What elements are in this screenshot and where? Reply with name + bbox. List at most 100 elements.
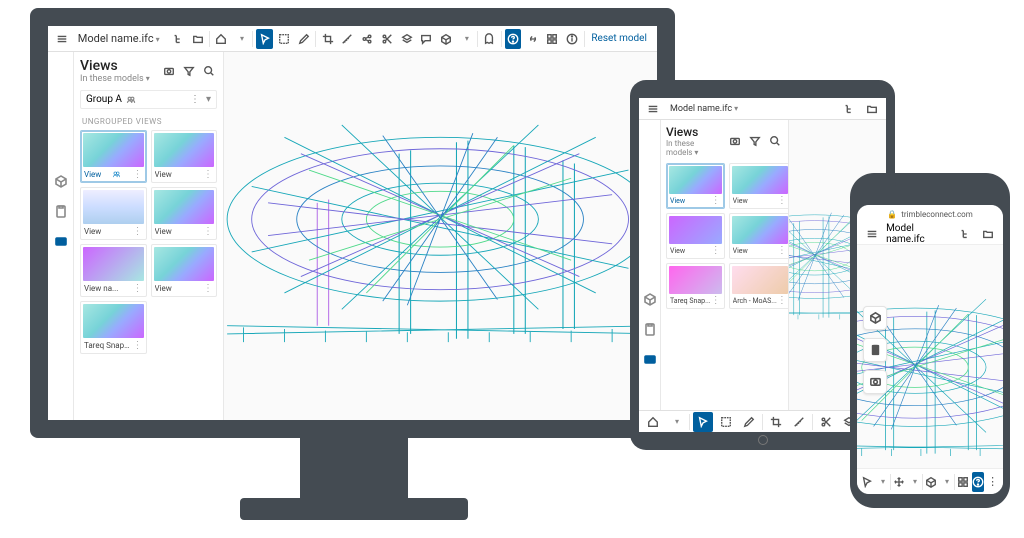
viewport-3d[interactable] — [224, 52, 657, 420]
more-icon[interactable]: ⋮ — [203, 228, 213, 236]
more-icon[interactable]: ⋮ — [203, 285, 213, 293]
crop-tool-icon[interactable] — [766, 412, 786, 432]
more-icon[interactable]: ⋮ — [133, 285, 143, 293]
url-text: trimbleconnect.com — [901, 210, 972, 219]
more-icon[interactable]: ⋮ — [777, 197, 787, 205]
group-more-icon[interactable]: ⋮ — [190, 94, 200, 105]
ruler-tool-icon[interactable] — [789, 412, 809, 432]
bottom-toolbar: ⋮ — [857, 468, 1003, 494]
view-thumbnail[interactable]: View⋮ — [729, 213, 789, 259]
select-tool-icon[interactable] — [276, 29, 293, 49]
home-dropdown-icon[interactable] — [233, 29, 250, 49]
cube-icon[interactable] — [438, 29, 455, 49]
layers-icon[interactable] — [398, 29, 415, 49]
more-icon[interactable]: ⋮ — [711, 247, 721, 255]
view-thumbnail[interactable]: View⋮ — [729, 163, 789, 209]
view-thumbnail[interactable]: View⋮ — [151, 130, 218, 183]
tree-icon[interactable] — [839, 99, 859, 119]
cube-dropdown-icon[interactable] — [457, 29, 474, 49]
view-thumbnail[interactable]: Tareq Snap...⋮ — [666, 263, 725, 309]
rail-camera-icon[interactable] — [641, 350, 659, 368]
move-dropdown-icon[interactable] — [908, 472, 921, 492]
help-icon[interactable] — [972, 472, 985, 492]
rail-clip-icon[interactable] — [863, 338, 887, 362]
rail-camera-icon[interactable] — [52, 232, 70, 250]
select-tool-icon[interactable] — [716, 412, 736, 432]
more-icon[interactable]: ⋮ — [777, 247, 787, 255]
views-filter-dropdown[interactable]: In these models — [666, 139, 727, 157]
view-thumbnail[interactable]: View⋮ — [80, 187, 147, 240]
more-icon[interactable]: ⋮ — [711, 297, 721, 305]
crop-tool-icon[interactable] — [319, 29, 336, 49]
pointer-tool-icon[interactable] — [693, 412, 713, 432]
scissors-icon[interactable] — [816, 412, 836, 432]
scissors-icon[interactable] — [379, 29, 396, 49]
menu-icon[interactable] — [54, 29, 71, 49]
folder-icon[interactable] — [980, 224, 997, 244]
more-icon[interactable]: ⋮ — [132, 171, 142, 179]
reset-model-button[interactable]: Reset model — [587, 33, 651, 44]
views-camera-icon[interactable] — [727, 133, 743, 149]
view-thumbnail[interactable]: Arch - MoAS...⋮ — [729, 263, 789, 309]
menu-icon[interactable] — [643, 99, 663, 119]
rail-clip-icon[interactable] — [52, 202, 70, 220]
more-icon[interactable]: ⋮ — [133, 228, 143, 236]
views-filter-dropdown[interactable]: In these models — [80, 74, 150, 84]
view-thumbnail[interactable]: View⋮ — [80, 130, 147, 183]
view-thumbnail[interactable]: View na...⋮ — [80, 244, 147, 297]
group-row[interactable]: Group A ⋮ ▾ — [80, 90, 217, 109]
view-thumbnail[interactable]: View⋮ — [666, 213, 725, 259]
menu-icon[interactable] — [863, 224, 880, 244]
pointer-tool-icon[interactable] — [256, 29, 273, 49]
view-thumbnail[interactable]: View⋮ — [151, 244, 218, 297]
views-camera-icon[interactable] — [161, 63, 177, 79]
tree-icon[interactable] — [170, 29, 187, 49]
tablet-home-button — [758, 435, 768, 445]
tree-icon[interactable] — [957, 224, 974, 244]
more-icon[interactable]: ⋮ — [777, 297, 787, 305]
rail-cube-icon[interactable] — [52, 172, 70, 190]
model-name-dropdown[interactable]: Model name.ifc — [666, 104, 742, 114]
model-name-dropdown[interactable]: Model name.ifc — [74, 32, 164, 45]
home-icon[interactable] — [643, 412, 663, 432]
view-thumbnail[interactable]: View⋮ — [151, 187, 218, 240]
phone-device: 🔒 trimbleconnect.com Model name.ifc — [850, 173, 1010, 508]
link-icon[interactable] — [524, 29, 541, 49]
more-icon[interactable]: ⋮ — [203, 171, 213, 179]
grid-icon[interactable] — [957, 472, 970, 492]
chevron-down-icon[interactable]: ▾ — [206, 94, 211, 105]
ghost-icon[interactable] — [481, 29, 498, 49]
thumbnail-label: Tareq Snap... — [84, 341, 130, 350]
folder-icon[interactable] — [862, 99, 882, 119]
home-icon[interactable] — [213, 29, 230, 49]
rail-camera-icon[interactable] — [863, 370, 887, 394]
chat-icon[interactable] — [418, 29, 435, 49]
more-icon[interactable]: ⋮ — [986, 472, 999, 492]
rail-cube-icon[interactable] — [863, 306, 887, 330]
model-name[interactable]: Model name.ifc — [886, 223, 945, 245]
more-icon[interactable]: ⋮ — [133, 342, 143, 350]
more-icon[interactable]: ⋮ — [711, 197, 721, 205]
help-icon[interactable] — [505, 29, 522, 49]
rail-clip-icon[interactable] — [641, 320, 659, 338]
home-dropdown-icon[interactable] — [666, 412, 686, 432]
info-icon[interactable] — [564, 29, 581, 49]
grid-icon[interactable] — [544, 29, 561, 49]
views-search-icon[interactable] — [201, 63, 217, 79]
folder-icon[interactable] — [189, 29, 206, 49]
ruler-tool-icon[interactable] — [339, 29, 356, 49]
view-thumbnail[interactable]: View⋮ — [666, 163, 725, 209]
cube-dropdown-icon[interactable] — [940, 472, 953, 492]
view-thumbnail[interactable]: Tareq Snap...⋮ — [80, 301, 147, 354]
cube-icon[interactable] — [925, 472, 938, 492]
pointer-dropdown-icon[interactable] — [876, 472, 889, 492]
move-tool-icon[interactable] — [893, 472, 906, 492]
rail-cube-icon[interactable] — [641, 290, 659, 308]
pen-tool-icon[interactable] — [296, 29, 313, 49]
views-filter-icon[interactable] — [747, 133, 763, 149]
pen-tool-icon[interactable] — [739, 412, 759, 432]
views-filter-icon[interactable] — [181, 63, 197, 79]
pointer-tool-icon[interactable] — [861, 472, 874, 492]
views-search-icon[interactable] — [767, 133, 783, 149]
share-icon[interactable] — [359, 29, 376, 49]
